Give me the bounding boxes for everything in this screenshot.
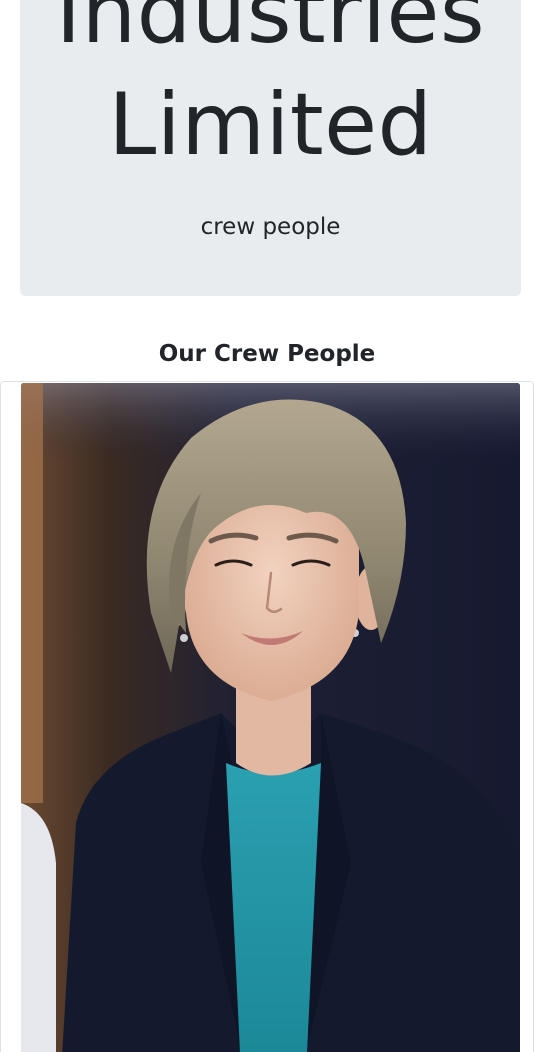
page: Industries Limited crew people Our Crew …	[0, 0, 534, 1052]
crew-member-card[interactable]	[0, 381, 534, 1052]
crew-member-photo	[21, 383, 520, 1052]
hero-subtitle: crew people	[200, 214, 341, 240]
hero-title-line-2: Limited	[108, 75, 433, 175]
hero-title-line-1: Industries	[55, 0, 486, 63]
hero-jumbotron: Industries Limited crew people	[20, 0, 521, 296]
crew-section-heading: Our Crew People	[158, 341, 376, 367]
